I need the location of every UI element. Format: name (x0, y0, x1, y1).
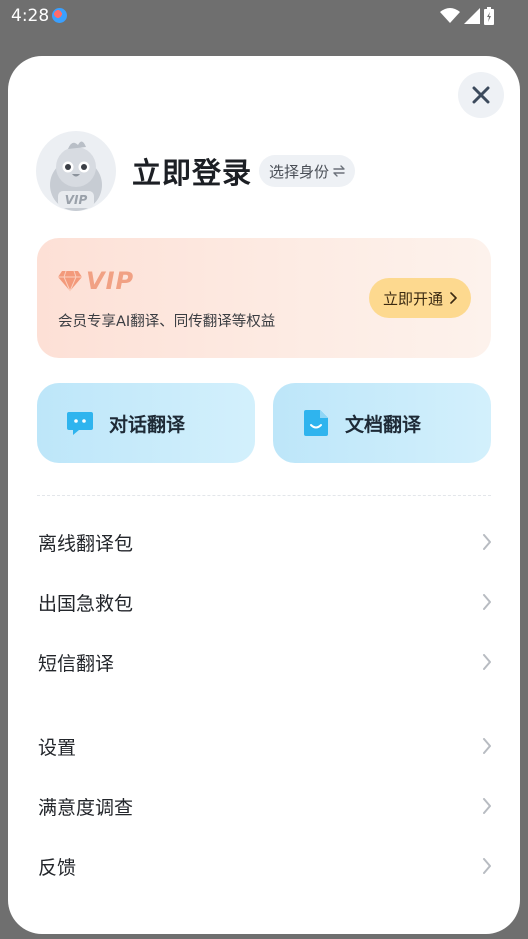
chevron-right-icon (483, 654, 491, 670)
menu-item-label: 出国急救包 (38, 592, 134, 615)
parrot-mascot-icon: VIP (50, 141, 102, 211)
login-button[interactable]: 立即登录 (132, 150, 252, 192)
chevron-right-icon (483, 534, 491, 550)
document-translation-label: 文档翻译 (345, 413, 422, 436)
dialogue-translation-label: 对话翻译 (109, 413, 186, 436)
identity-label: 选择身份 (269, 162, 330, 181)
open-vip-button[interactable]: 立即开通 (369, 278, 471, 318)
chat-bubble-icon (67, 412, 93, 435)
vip-description: 会员专享AI翻译、同传翻译等权益 (58, 314, 276, 330)
menu-item-label: 满意度调查 (38, 796, 134, 819)
chevron-right-icon (483, 798, 491, 814)
section-divider (37, 495, 491, 496)
document-translation-card[interactable]: 文档翻译 (273, 383, 491, 463)
system-icons (440, 7, 494, 25)
menu-item-emergency-pack[interactable]: 出国急救包 (38, 580, 492, 624)
wifi-icon (440, 8, 460, 23)
diamond-icon (58, 270, 82, 292)
menu-item-feedback[interactable]: 反馈 (38, 844, 492, 888)
avatar-vip-badge: VIP (65, 193, 88, 207)
close-button[interactable] (458, 72, 504, 118)
menu-item-sms-translation[interactable]: 短信翻译 (38, 640, 492, 684)
avatar[interactable]: VIP (36, 131, 116, 211)
menu-item-label: 离线翻译包 (38, 532, 134, 555)
menu-item-label: 短信翻译 (38, 652, 115, 675)
chevron-right-icon (483, 858, 491, 874)
chevron-right-icon (450, 292, 457, 304)
signal-icon (464, 8, 480, 24)
notification-app-icon (52, 8, 67, 23)
select-identity-button[interactable]: 选择身份 (259, 155, 356, 187)
menu-item-satisfaction-survey[interactable]: 满意度调查 (38, 784, 492, 828)
open-vip-label: 立即开通 (382, 289, 443, 308)
menu-item-label: 设置 (38, 736, 77, 759)
swap-icon (333, 165, 345, 177)
menu-item-label: 反馈 (38, 856, 77, 879)
close-icon (472, 86, 490, 104)
vip-logo-text: VIP (86, 267, 135, 295)
vip-card[interactable]: VIP 会员专享AI翻译、同传翻译等权益 立即开通 (37, 238, 491, 358)
dialogue-translation-card[interactable]: 对话翻译 (37, 383, 255, 463)
account-sheet: VIP 立即登录 选择身份 VIP 会员专享AI翻译、同传翻译等权益 立即开通 (8, 56, 520, 934)
chevron-right-icon (483, 594, 491, 610)
status-time: 4:28 (11, 6, 50, 26)
vip-logo: VIP (57, 267, 134, 295)
menu-item-offline-pack[interactable]: 离线翻译包 (38, 520, 492, 564)
document-icon (304, 410, 328, 436)
menu-item-settings[interactable]: 设置 (38, 724, 492, 768)
battery-icon (484, 7, 494, 25)
status-bar: 4:28 (0, 0, 528, 32)
chevron-right-icon (483, 738, 491, 754)
